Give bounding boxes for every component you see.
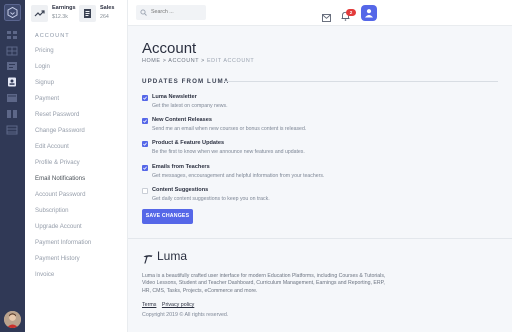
notification-badge: 2: [346, 9, 356, 16]
section-divider: [224, 81, 498, 82]
sidebar-item-login[interactable]: Login: [35, 63, 50, 70]
files-icon[interactable]: [6, 109, 18, 119]
content-suggestions-checkbox[interactable]: [142, 188, 148, 194]
account-sidebar: Earnings $12.3k Sales 264 ACCOUNT Pricin…: [25, 0, 128, 332]
user-menu-button[interactable]: [361, 5, 377, 21]
user-icon: [365, 9, 373, 18]
sidebar-item-payment[interactable]: Payment: [35, 95, 59, 102]
breadcrumb-separator: >: [201, 58, 205, 64]
sidebar-item-subscription[interactable]: Subscription: [35, 207, 69, 214]
sidebar-item-reset-password[interactable]: Reset Password: [35, 111, 79, 118]
sidebar-item-profile-privacy[interactable]: Profile & Privacy: [35, 159, 80, 166]
option-description: Be the first to know when we announce ne…: [152, 149, 305, 155]
option-label[interactable]: Emails from Teachers: [152, 164, 210, 170]
sidebar-item-upgrade-account[interactable]: Upgrade Account: [35, 223, 82, 230]
product-feature-updates-checkbox[interactable]: [142, 141, 148, 147]
messages-icon[interactable]: [6, 93, 18, 103]
stats-bar: Earnings $12.3k Sales 264: [25, 0, 128, 28]
earnings-value: $12.3k: [52, 14, 68, 20]
option-emails-from-teachers: Emails from Teachers Get messages, encou…: [142, 164, 482, 185]
option-label[interactable]: Luma Newsletter: [152, 94, 197, 100]
copyright: Copyright 2019 © All rights reserved.: [142, 312, 229, 318]
privacy-policy-link[interactable]: Privacy policy: [162, 302, 194, 308]
logo-icon[interactable]: [4, 4, 21, 21]
search-input[interactable]: [151, 9, 203, 15]
option-new-content-releases: New Content Releases Send me an email wh…: [142, 117, 482, 138]
trending-up-icon: [31, 5, 48, 22]
search-box[interactable]: [136, 5, 206, 20]
sidebar-item-payment-history[interactable]: Payment History: [35, 255, 80, 262]
receipt-icon: [79, 5, 96, 22]
courses-icon[interactable]: [6, 61, 18, 71]
option-label[interactable]: New Content Releases: [152, 117, 212, 123]
avatar[interactable]: [4, 311, 21, 328]
sidebar-item-payment-information[interactable]: Payment Information: [35, 239, 91, 246]
sidebar-item-email-notifications[interactable]: Email Notifications: [35, 175, 85, 182]
sidebar-item-signup[interactable]: Signup: [35, 79, 54, 86]
emails-from-teachers-checkbox[interactable]: [142, 165, 148, 171]
account-icon[interactable]: [6, 77, 18, 87]
breadcrumb: HOME > ACCOUNT > EDIT ACCOUNT: [142, 58, 254, 64]
option-description: Get messages, encouragement and helpful …: [152, 173, 325, 179]
sidebar-item-account-password[interactable]: Account Password: [35, 191, 85, 198]
sidebar-heading: ACCOUNT: [35, 33, 70, 39]
option-label[interactable]: Product & Feature Updates: [152, 140, 224, 146]
brand-name: Luma: [157, 249, 188, 263]
sidebar-item-change-password[interactable]: Change Password: [35, 127, 85, 134]
option-description: Send me an email when new courses or bon…: [152, 126, 307, 132]
sidebar-item-edit-account[interactable]: Edit Account: [35, 143, 69, 150]
page-title: Account: [142, 40, 197, 57]
mail-icon[interactable]: [322, 9, 331, 22]
dashboard-icon[interactable]: [6, 30, 18, 40]
terms-link[interactable]: Terms: [142, 302, 156, 308]
breadcrumb-home[interactable]: HOME: [142, 58, 161, 64]
option-description: Get the latest on company news.: [152, 103, 228, 109]
icon-rail: [0, 0, 25, 332]
luma-newsletter-checkbox[interactable]: [142, 95, 148, 101]
footer-divider: [128, 238, 512, 239]
breadcrumb-current: EDIT ACCOUNT: [206, 58, 255, 64]
sales-value: 264: [100, 14, 109, 20]
breadcrumb-account[interactable]: ACCOUNT: [168, 58, 199, 64]
settings-icon[interactable]: [6, 125, 18, 135]
top-bar: [128, 0, 512, 26]
option-label[interactable]: Content Suggestions: [152, 187, 208, 193]
search-icon: [140, 9, 147, 16]
option-product-feature-updates: Product & Feature Updates Be the first t…: [142, 140, 482, 161]
option-content-suggestions: Content Suggestions Get daily content su…: [142, 187, 482, 208]
grid-icon[interactable]: [6, 46, 18, 56]
footer-links: Terms Privacy policy: [142, 302, 198, 308]
sidebar-item-invoice[interactable]: Invoice: [35, 271, 54, 278]
option-luma-newsletter: Luma Newsletter Get the latest on compan…: [142, 94, 482, 115]
option-description: Get daily content suggestions to keep yo…: [152, 196, 270, 202]
save-changes-button[interactable]: SAVE CHANGES: [142, 209, 193, 224]
brand-description: Luma is a beautifully crafted user inter…: [142, 273, 386, 294]
section-title: UPDATES FROM LUMA: [142, 78, 230, 85]
earnings-label: Earnings: [52, 5, 76, 11]
sales-label: Sales: [100, 5, 115, 11]
new-content-releases-checkbox[interactable]: [142, 118, 148, 124]
breadcrumb-separator: >: [162, 58, 167, 64]
sidebar-item-pricing[interactable]: Pricing: [35, 47, 54, 54]
luma-logo-icon: [143, 251, 153, 264]
